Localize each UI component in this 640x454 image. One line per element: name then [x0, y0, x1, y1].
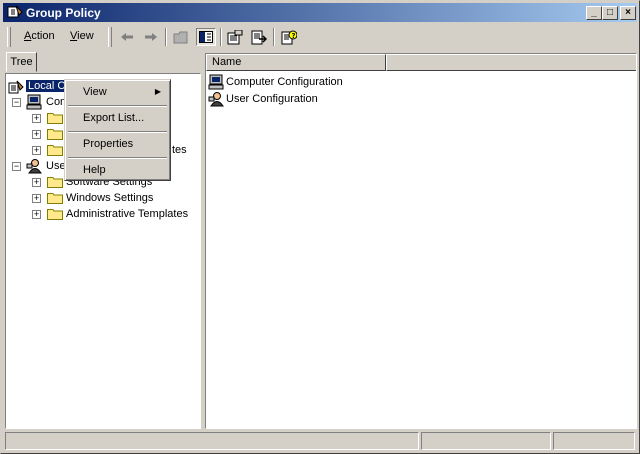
- tree-item-user-windows-label: Windows Settings: [66, 192, 154, 204]
- computer-icon: [26, 94, 42, 110]
- minimize-button[interactable]: _: [586, 6, 602, 20]
- show-hide-tree-icon[interactable]: [196, 28, 216, 46]
- context-menu-separator: [68, 157, 167, 159]
- tab-tree[interactable]: Tree: [6, 52, 37, 72]
- context-menu-separator: [68, 105, 167, 107]
- expand-icon[interactable]: +: [32, 178, 41, 187]
- policy-icon: [8, 80, 24, 94]
- status-panel: [5, 432, 419, 450]
- close-button[interactable]: ×: [620, 6, 636, 20]
- export-list-icon[interactable]: [249, 28, 269, 46]
- maximize-icon: □: [606, 7, 614, 18]
- context-menu-view-label: View: [83, 86, 107, 98]
- tree-item-user-admin-label: Administrative Templates: [66, 208, 189, 220]
- expand-icon[interactable]: +: [32, 114, 41, 123]
- expand-icon[interactable]: +: [32, 146, 41, 155]
- toolbar-grip[interactable]: [108, 27, 112, 47]
- expand-icon[interactable]: +: [32, 130, 41, 139]
- toolbar-separator: [165, 28, 167, 46]
- column-header-blank[interactable]: [386, 54, 636, 71]
- tab-tree-label: Tree: [10, 56, 33, 68]
- minimize-icon: _: [591, 7, 597, 18]
- context-menu-export-label: Export List...: [83, 112, 145, 124]
- list-item-label: Computer Configuration: [226, 76, 343, 88]
- menu-action-rest: ction: [31, 30, 55, 42]
- tree-item-computer-admin-label: tes: [172, 144, 187, 156]
- folder-icon: [47, 193, 63, 204]
- menu-grip[interactable]: [7, 27, 11, 47]
- group-policy-app-icon: [7, 5, 23, 18]
- tree-tab-strip: Tree: [3, 50, 203, 72]
- tree-item-user-windows-settings[interactable]: Windows Settings: [66, 190, 153, 206]
- window-title: Group Policy: [26, 6, 101, 20]
- column-header-name[interactable]: Name: [206, 54, 386, 71]
- context-menu: View ▶ Export List... Properties Help: [64, 79, 171, 181]
- user-icon: [26, 159, 42, 174]
- menu-toolbar-bar: Action View ?: [3, 25, 637, 49]
- folder-icon: [47, 209, 63, 220]
- expand-icon[interactable]: +: [32, 194, 41, 203]
- title-bar[interactable]: Group Policy _ □ ×: [3, 3, 637, 22]
- expand-icon[interactable]: +: [32, 210, 41, 219]
- tree-item-user-configuration[interactable]: Use: [46, 158, 66, 174]
- context-menu-help-label: Help: [83, 164, 106, 176]
- context-menu-item-properties[interactable]: Properties: [68, 134, 167, 154]
- menu-view[interactable]: View: [70, 30, 94, 42]
- computer-icon: [208, 74, 224, 90]
- folder-icon: [47, 177, 63, 188]
- context-menu-properties-label: Properties: [83, 138, 134, 150]
- context-menu-item-export-list[interactable]: Export List...: [68, 108, 167, 128]
- svg-text:?: ?: [292, 32, 296, 40]
- menu-action[interactable]: Action: [24, 30, 55, 42]
- list-item[interactable]: Computer Configuration: [226, 74, 343, 90]
- tree-item-local-computer-policy[interactable]: Local C: [26, 78, 68, 94]
- collapse-icon[interactable]: −: [12, 98, 21, 107]
- forward-arrow-icon[interactable]: [141, 28, 161, 46]
- context-menu-separator: [68, 131, 167, 133]
- context-menu-item-help[interactable]: Help: [68, 160, 167, 180]
- menu-view-rest: iew: [77, 30, 94, 42]
- toolbar-separator: [220, 28, 222, 46]
- list-item[interactable]: User Configuration: [226, 91, 318, 107]
- tree-item-user-config-label: Use: [46, 160, 66, 172]
- up-folder-icon[interactable]: [171, 28, 191, 46]
- folder-icon: [47, 129, 63, 140]
- status-panel: [421, 432, 551, 450]
- context-menu-item-view[interactable]: View ▶: [68, 82, 167, 102]
- submenu-arrow-icon: ▶: [154, 87, 161, 96]
- status-bar: [3, 431, 637, 451]
- list-pane[interactable]: Name Computer Configuration User Configu…: [205, 53, 637, 429]
- list-item-label: User Configuration: [226, 93, 318, 105]
- status-panel: [553, 432, 635, 450]
- group-policy-window: Group Policy _ □ × Action View ? Tree Lo…: [0, 0, 640, 454]
- column-header-name-label: Name: [212, 56, 242, 68]
- maximize-button[interactable]: □: [602, 6, 618, 20]
- folder-icon: [47, 113, 63, 124]
- collapse-icon[interactable]: −: [12, 162, 21, 171]
- tree-item-user-admin-templates[interactable]: Administrative Templates: [66, 206, 188, 222]
- user-icon: [208, 92, 224, 107]
- folder-icon: [47, 145, 63, 156]
- tree-item-computer-admin-templates[interactable]: tes: [172, 142, 187, 158]
- close-icon: ×: [625, 7, 631, 18]
- back-arrow-icon[interactable]: [117, 28, 137, 46]
- toolbar-separator: [273, 28, 275, 46]
- help-icon[interactable]: ?: [279, 28, 299, 46]
- tree-item-root-label: Local C: [26, 80, 68, 92]
- properties-icon[interactable]: [225, 28, 245, 46]
